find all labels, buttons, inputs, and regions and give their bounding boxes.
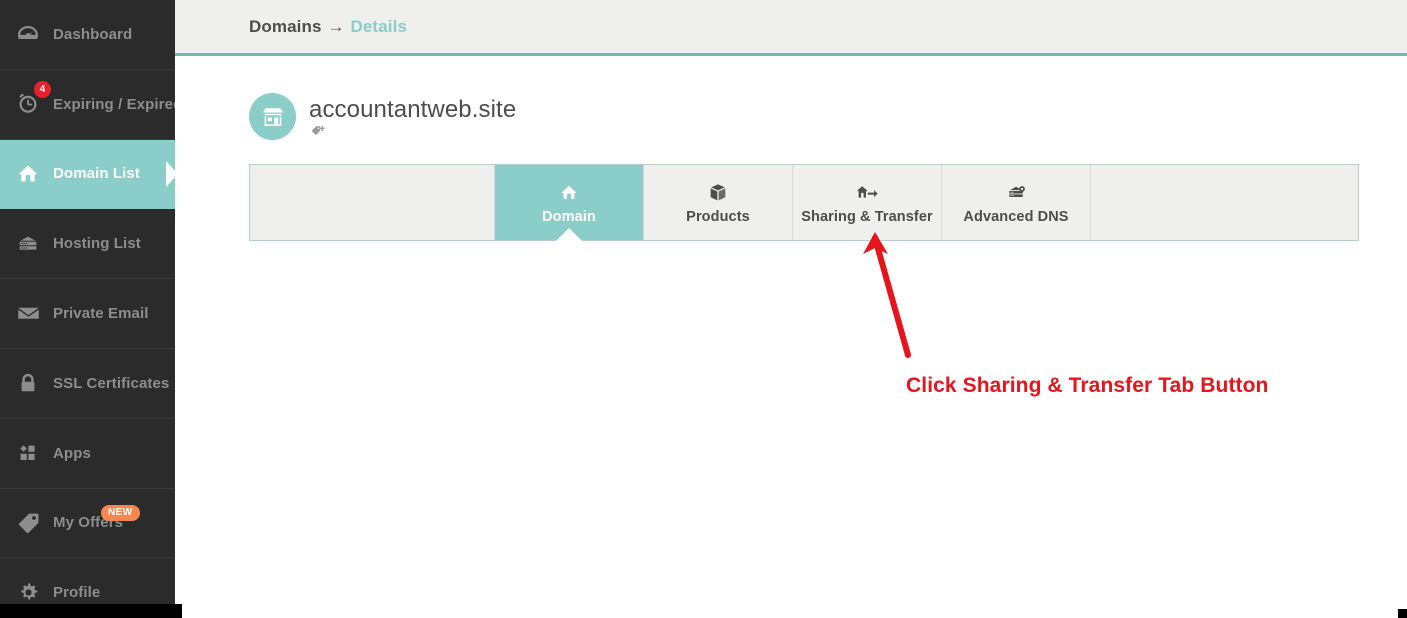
sidebar-item-ssl-certificates[interactable]: SSL Certificates (0, 349, 175, 419)
apps-grid-icon (12, 438, 44, 468)
tab-advanced-dns[interactable]: Advanced DNS (942, 165, 1091, 240)
app-root: Dashboard 4 Expiring / Expired Domain Li… (0, 0, 1407, 618)
breadcrumb-current: Details (350, 16, 407, 36)
speedometer-icon (12, 19, 44, 49)
page-title: accountantweb.site (309, 96, 517, 123)
clock-icon: 4 (12, 81, 51, 119)
tag-plus-icon[interactable] (309, 126, 327, 143)
breadcrumb-separator: → (327, 16, 345, 36)
dns-server-icon (1004, 180, 1028, 206)
breadcrumb: Domains → Details (175, 0, 1407, 56)
sidebar-item-label: SSL Certificates (53, 374, 170, 392)
lock-icon (12, 368, 44, 398)
sidebar: Dashboard 4 Expiring / Expired Domain Li… (0, 0, 182, 604)
active-tab-pointer (556, 228, 582, 241)
sidebar-item-dashboard[interactable]: Dashboard (0, 0, 175, 70)
tab-label: Advanced DNS (963, 209, 1069, 225)
tab-domain[interactable]: Domain (495, 165, 644, 241)
tab-sharing-transfer[interactable]: Sharing & Transfer (793, 165, 942, 240)
corner-resize-handle[interactable] (1398, 609, 1407, 618)
tab-label: Products (686, 209, 750, 225)
sidebar-item-expiring-expired[interactable]: 4 Expiring / Expired (0, 70, 182, 140)
sidebar-item-label: Apps (53, 444, 91, 462)
sidebar-item-label: Domain List (53, 165, 140, 183)
active-indicator-notch (162, 160, 176, 187)
tag-icon (12, 508, 44, 538)
annotation-text: Click Sharing & Transfer Tab Button (906, 374, 1269, 397)
sidebar-item-domain-list[interactable]: Domain List (0, 139, 176, 210)
box-icon (707, 180, 729, 206)
my-offers-new-badge: NEW (101, 504, 140, 521)
storefront-icon (249, 93, 296, 140)
house-icon (12, 159, 44, 189)
expiring-badge: 4 (34, 81, 51, 99)
sidebar-item-apps[interactable]: Apps (0, 419, 175, 489)
breadcrumb-root[interactable]: Domains (249, 17, 322, 37)
server-icon (12, 229, 44, 259)
tab-label: Sharing & Transfer (801, 209, 933, 225)
tab-products[interactable]: Products (644, 165, 793, 240)
domain-tabs: Domain Products Sharing & Transfer Advan… (249, 164, 1359, 241)
sidebar-item-hosting-list[interactable]: Hosting List (0, 209, 175, 280)
sidebar-item-label: Hosting List (53, 235, 141, 253)
sidebar-item-label: Expiring / Expired (53, 95, 183, 113)
tab-label: Domain (542, 209, 596, 225)
tab-strip-trailing-spacer (1091, 165, 1358, 240)
house-icon (558, 180, 580, 206)
sidebar-item-my-offers[interactable]: My Offers NEW (0, 489, 175, 559)
tab-strip-leading-spacer (250, 165, 495, 240)
main-content: Domains → Details accountantweb.site Dom… (175, 0, 1407, 618)
sidebar-item-label: Profile (53, 584, 101, 602)
transfer-icon (855, 180, 879, 206)
envelope-icon (12, 299, 44, 329)
sidebar-item-label: Private Email (53, 305, 149, 323)
sidebar-item-label: Dashboard (53, 25, 133, 43)
domain-header: accountantweb.site (175, 56, 1407, 144)
sidebar-item-private-email[interactable]: Private Email (0, 279, 175, 349)
bottom-scroll-bar[interactable] (0, 604, 182, 618)
